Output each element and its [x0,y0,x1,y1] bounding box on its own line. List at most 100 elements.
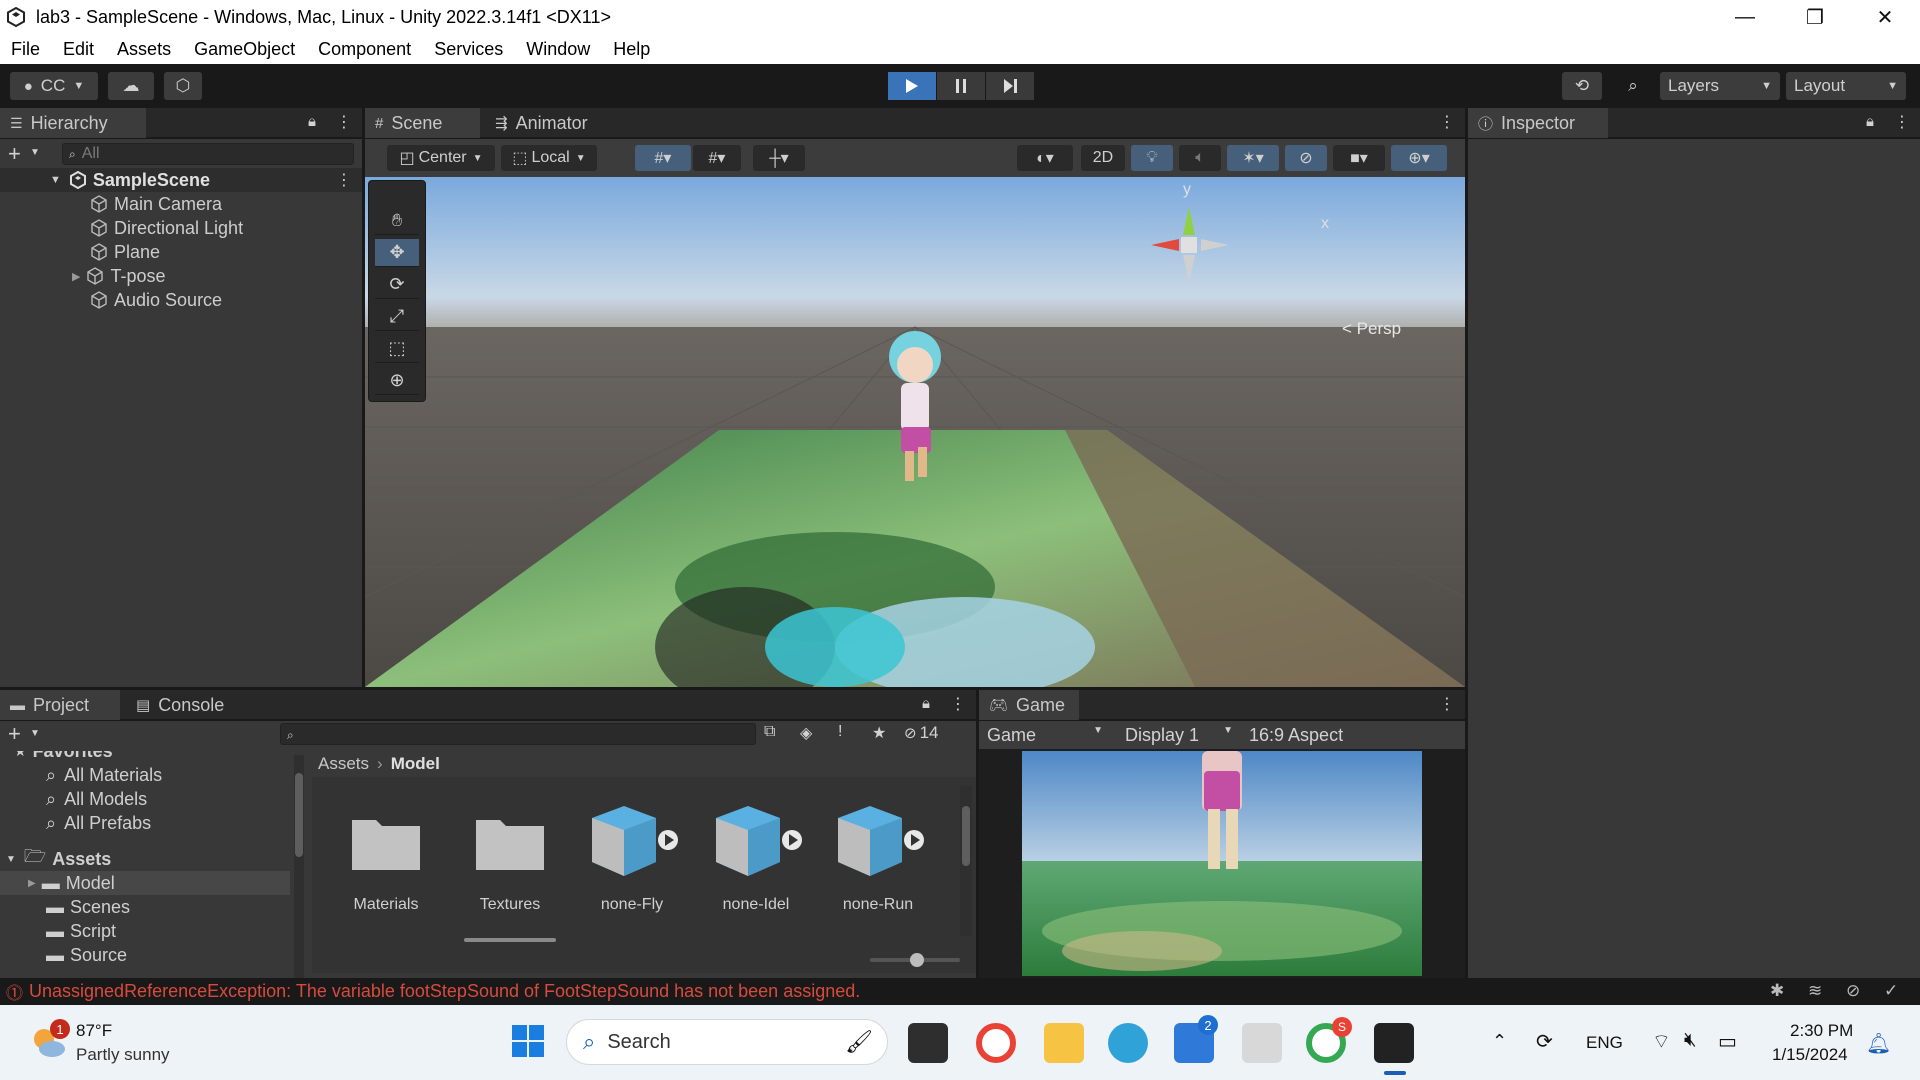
asset-none-idel[interactable]: none-Idel [706,800,806,920]
icon-size-slider[interactable] [870,953,960,967]
tab-console[interactable]: ▤ Console [126,690,256,720]
game-viewport[interactable] [1022,751,1422,976]
favorite-all-prefabs[interactable]: ⌕ All Prefabs [46,811,151,835]
scale-tool-button[interactable]: ⤢ [375,303,419,331]
hierarchy-item-plane[interactable]: Plane [90,240,160,264]
ruler-button[interactable]: ┼▾ [753,145,805,171]
add-icon[interactable]: + [8,721,21,747]
bug-icon[interactable]: ✱ [1770,981,1784,1001]
increment-snap-button[interactable]: #▾ [693,145,741,171]
favorites-header[interactable]: ★ Favorites [14,751,113,763]
hierarchy-item-t-pose[interactable]: ▶ T-pose [72,264,166,288]
asset-grid-scrollbar[interactable] [960,786,972,936]
collab-button[interactable]: ⬡ [164,72,202,100]
menu-component[interactable]: Component [307,39,423,60]
camera-dropdown[interactable]: ■▾ [1333,145,1385,171]
aspect-dropdown[interactable]: 16:9 Aspect [1241,725,1351,746]
unity-hub-icon[interactable] [1242,1023,1282,1063]
tab-hierarchy[interactable]: ☰ Hierarchy [0,108,146,138]
tab-scene[interactable]: # Scene [365,108,480,138]
notification-bell-icon[interactable]: 🔔︎ [1866,1031,1891,1056]
pivot-center-dropdown[interactable]: ◰ Center ▼ [387,145,495,171]
effects-dropdown[interactable]: ✶▾ [1227,145,1279,171]
chevron-down-icon[interactable]: ▼ [30,728,40,739]
unity-editor-icon[interactable] [1374,1023,1414,1063]
hidden-objects-toggle[interactable]: ⊘ [1285,145,1327,171]
kebab-menu-icon[interactable]: ⋮ [1439,694,1455,714]
weather-widget[interactable]: 1 87°F Partly sunny [24,1019,214,1069]
battery-icon[interactable]: ▭ [1718,1029,1737,1054]
game-mode-dropdown[interactable]: Game ▼ [979,725,1111,746]
menu-gameobject[interactable]: GameObject [183,39,307,60]
cloud-button[interactable]: ☁ [108,72,154,100]
start-button[interactable] [510,1023,550,1063]
account-dropdown[interactable]: ● CC ▼ [10,72,98,100]
sync-icon[interactable]: ⟳ [1536,1029,1553,1054]
chevron-up-icon[interactable]: ⌃ [1492,1031,1507,1052]
menu-edit[interactable]: Edit [52,39,106,60]
filter-type-icon[interactable]: ⧉ [764,723,775,741]
hierarchy-item-main-camera[interactable]: Main Camera [90,192,222,216]
asset-materials[interactable]: Materials [336,800,436,920]
pause-button[interactable] [937,72,985,100]
kebab-menu-icon[interactable]: ⋮ [1894,112,1910,132]
clock-date[interactable]: 1/15/2024 [1772,1045,1848,1065]
grid-snap-button[interactable]: #▾ [635,145,691,171]
hierarchy-search-input[interactable]: ⌕ All [62,143,354,165]
hierarchy-item-audio-source[interactable]: Audio Source [90,288,222,312]
rotate-tool-button[interactable]: ⟳ [375,271,419,299]
expand-arrow-icon[interactable]: ▶ [72,270,80,283]
folder-model[interactable]: ▶ ▬ Model [0,871,290,895]
maximize-button[interactable]: ❐ [1780,0,1850,34]
lock-icon[interactable]: 🔒︎ [1866,113,1874,130]
warning-filter-icon[interactable]: ! [838,723,842,741]
hidden-packages-toggle[interactable]: ⊘ 14 [904,723,939,743]
assets-root-row[interactable]: ▼ 🗁 Assets [6,846,111,871]
task-view-icon[interactable] [908,1023,948,1063]
mode-2d-button[interactable]: 2D [1081,145,1125,171]
space-local-dropdown[interactable]: ⬚ Local ▼ [501,145,597,171]
folder-script[interactable]: ▬ Script [46,919,116,943]
chrome-profile-icon[interactable]: S [1306,1017,1352,1063]
asset-none-fly[interactable]: none-Fly [582,800,682,920]
menu-help[interactable]: Help [602,39,662,60]
audio-toggle[interactable]: 🔈︎ [1179,145,1221,171]
chrome-icon[interactable] [976,1023,1016,1063]
menu-window[interactable]: Window [515,39,602,60]
favorite-star-icon[interactable]: ★ [872,723,886,743]
add-icon[interactable]: + [8,141,21,167]
clock-time[interactable]: 2:30 PM [1790,1021,1853,1041]
shading-mode-dropdown[interactable]: ◐▾ [1017,145,1073,171]
project-search-input[interactable]: ⌕ [280,723,756,745]
move-tool-button[interactable]: ✥ [375,239,419,267]
kebab-menu-icon[interactable]: ⋮ [336,112,352,132]
tab-inspector[interactable]: ⓘ Inspector [1468,108,1608,138]
hand-tool-button[interactable]: ✋︎ [375,207,419,235]
favorite-all-models[interactable]: ⌕ All Models [46,787,147,811]
gizmos-dropdown[interactable]: ⊕▾ [1391,145,1447,171]
history-button[interactable]: ⟲ [1562,72,1602,100]
language-indicator[interactable]: ENG [1586,1033,1623,1053]
tab-game[interactable]: 🎮︎ Game [979,690,1079,720]
lighting-toggle[interactable]: 💡︎ [1131,145,1173,171]
layout-dropdown[interactable]: Layout ▼ [1786,72,1906,100]
cache-icon[interactable]: ≋ [1808,981,1822,1001]
taskbar-search-box[interactable]: ⌕ Search 🖌︎ [566,1019,888,1065]
search-button[interactable]: ⌕ [1614,72,1652,100]
speaker-muted-icon[interactable]: 🔇︎ [1684,1029,1697,1052]
minimize-button[interactable]: — [1710,0,1780,34]
hierarchy-item-directional-light[interactable]: Directional Light [90,216,243,240]
step-button[interactable] [986,72,1034,100]
menu-services[interactable]: Services [423,39,515,60]
favorite-all-materials[interactable]: ⌕ All Materials [46,763,162,787]
auto-generate-lighting-icon[interactable]: ⊘ [1846,981,1860,1001]
wifi-icon[interactable]: ⌔ [1652,1029,1671,1054]
edge-icon[interactable] [1108,1023,1148,1063]
asset-textures[interactable]: Textures [460,800,560,920]
scene-viewport[interactable]: y x < Persp [365,177,1465,687]
rect-tool-button[interactable]: ⬚ [375,335,419,363]
lock-icon[interactable]: 🔒︎ [308,113,316,130]
folder-scenes[interactable]: ▬ Scenes [46,895,130,919]
tab-animator[interactable]: ⇶ Animator [485,108,615,138]
file-explorer-icon[interactable] [1044,1023,1084,1063]
